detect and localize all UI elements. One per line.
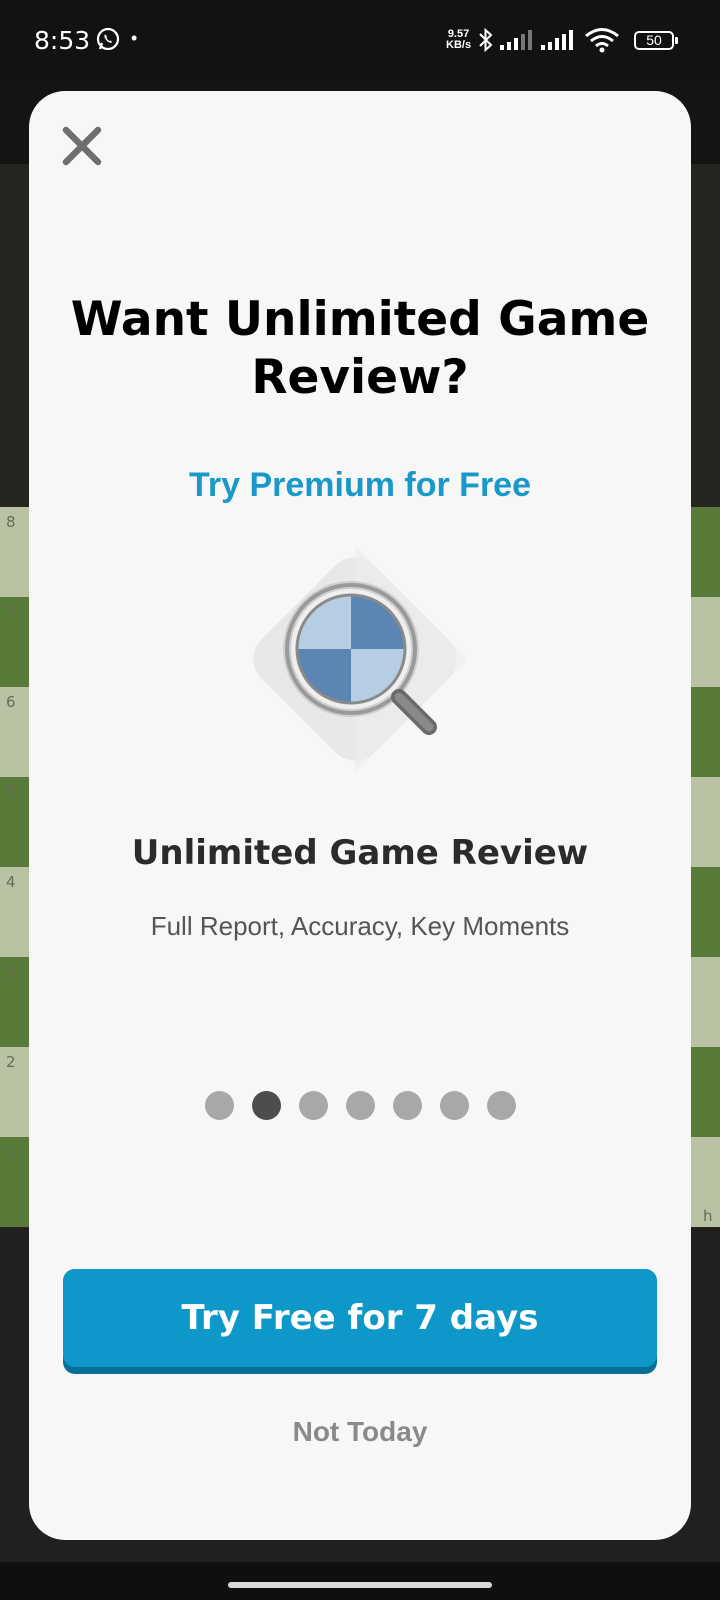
rank-label: 3 bbox=[6, 963, 16, 981]
system-nav-bar bbox=[0, 1562, 720, 1600]
carousel-dot[interactable] bbox=[392, 1091, 422, 1120]
carousel-dot[interactable] bbox=[298, 1091, 328, 1120]
close-icon[interactable] bbox=[59, 123, 105, 169]
signal-icon bbox=[541, 30, 573, 50]
rank-label: 2 bbox=[6, 1053, 16, 1071]
try-free-button[interactable]: Try Free for 7 days bbox=[63, 1269, 657, 1374]
whatsapp-icon bbox=[96, 27, 120, 51]
rank-label: 4 bbox=[6, 873, 16, 891]
carousel-dot[interactable] bbox=[486, 1091, 516, 1120]
file-label: h bbox=[703, 1207, 713, 1225]
modal-title: Want Unlimited Game Review? bbox=[70, 292, 650, 405]
network-speed: 9.57 KB/s bbox=[446, 28, 472, 51]
rank-label: 7 bbox=[6, 603, 16, 621]
feature-title: Unlimited Game Review bbox=[131, 833, 589, 873]
bluetooth-icon bbox=[479, 27, 493, 53]
rank-label: 8 bbox=[6, 513, 16, 531]
status-time: 8:53 bbox=[34, 26, 91, 55]
rank-label: 5 bbox=[6, 783, 16, 801]
wifi-icon bbox=[585, 28, 619, 53]
rank-label: 1 bbox=[6, 1143, 16, 1161]
try-free-button-label: Try Free for 7 days bbox=[63, 1269, 657, 1367]
carousel-dot[interactable] bbox=[439, 1091, 469, 1120]
signal-icon bbox=[500, 30, 532, 50]
feature-description: Full Report, Accuracy, Key Moments bbox=[150, 911, 570, 941]
carousel-indicator bbox=[29, 1091, 691, 1120]
battery-icon: 50 bbox=[634, 31, 678, 50]
status-bar: 8:53 • 9.57 KB/s 50 bbox=[0, 0, 720, 82]
modal-subtitle: Try Premium for Free bbox=[188, 466, 531, 504]
notification-dot: • bbox=[131, 28, 138, 48]
premium-modal: Want Unlimited Game Review? Try Premium … bbox=[29, 91, 691, 1540]
carousel-dot[interactable] bbox=[251, 1091, 281, 1120]
home-indicator[interactable] bbox=[228, 1582, 492, 1588]
rank-label: 6 bbox=[6, 693, 16, 711]
not-today-button[interactable]: Not Today bbox=[29, 1416, 691, 1448]
carousel-dot[interactable] bbox=[345, 1091, 375, 1120]
carousel-dot[interactable] bbox=[204, 1091, 234, 1120]
game-review-magnifier-icon bbox=[253, 546, 468, 772]
